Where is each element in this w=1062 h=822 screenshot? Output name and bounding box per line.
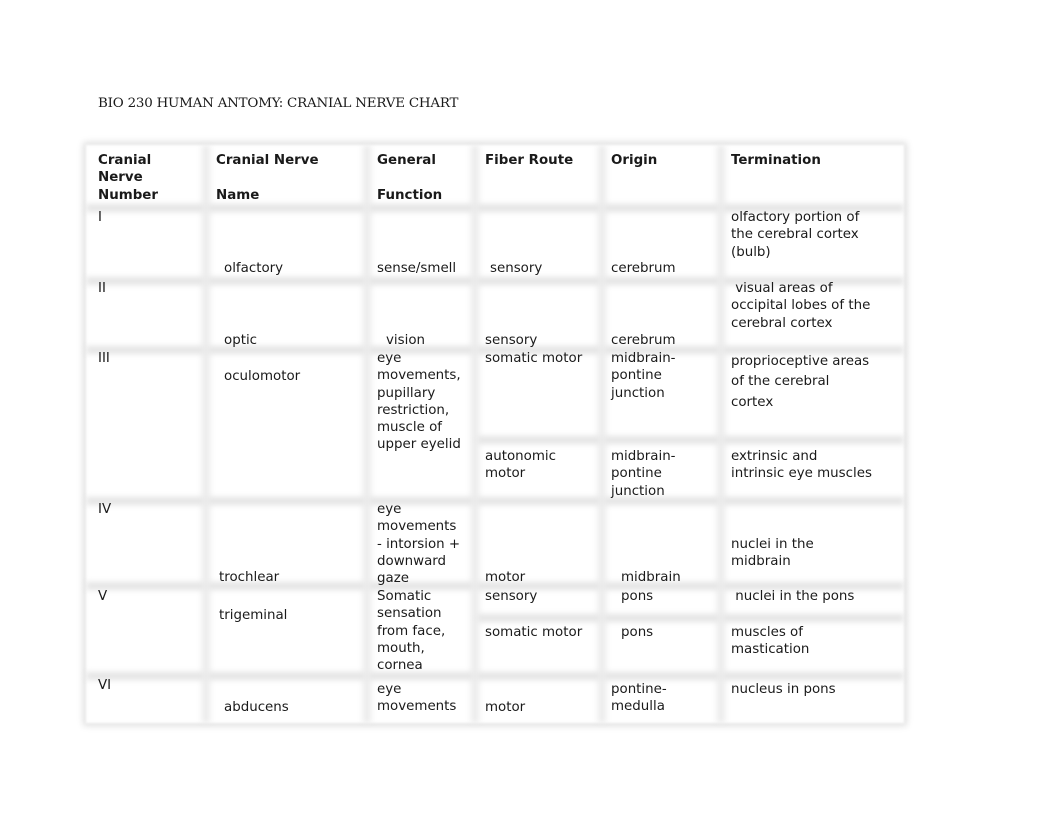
nerve-name: trochlear: [219, 570, 280, 585]
nerve-name: oculomotor: [224, 369, 301, 384]
nerve-function: eye movements: [377, 682, 457, 715]
fiber-route: somatic motor: [485, 625, 583, 640]
fiber-route: sensory: [485, 589, 538, 604]
termination: extrinsic and intrinsic eye muscles: [731, 449, 872, 482]
nerve-number: IV: [98, 502, 112, 517]
column-divider: [598, 145, 606, 723]
fiber-route: sensory: [485, 333, 538, 348]
termination: nuclei in the midbrain: [731, 537, 814, 570]
nerve-function: sense/smell: [377, 261, 457, 276]
column-divider: [202, 145, 210, 723]
header-termination: Termination: [731, 153, 821, 168]
fiber-route: motor: [485, 570, 526, 585]
nerve-name: trigeminal: [219, 608, 288, 623]
header-nerve-number: Cranial Nerve Number: [98, 153, 158, 203]
column-divider: [363, 145, 371, 723]
header-nerve-name: Cranial Nerve Name: [216, 153, 319, 203]
origin: cerebrum: [611, 261, 676, 276]
fiber-route: sensory: [490, 261, 543, 276]
termination: nucleus in pons: [731, 682, 836, 697]
nerve-name: abducens: [224, 700, 289, 715]
nerve-function: eye movements - intorsion + downward gaz…: [377, 502, 461, 587]
nerve-number: II: [98, 281, 106, 296]
nerve-function: eye movements, pupillary restriction, mu…: [377, 351, 461, 453]
origin: cerebrum: [611, 333, 676, 348]
nerve-name: optic: [224, 333, 258, 348]
column-divider: [717, 145, 725, 723]
origin: pontine- medulla: [611, 682, 667, 715]
header-fiber-route: Fiber Route: [485, 153, 574, 168]
origin: pons: [621, 589, 654, 604]
termination: proprioceptive areas of the cerebral cor…: [731, 354, 870, 410]
document-title: BIO 230 HUMAN ANTOMY: CRANIAL NERVE CHAR…: [98, 96, 459, 111]
nerve-number: V: [98, 589, 108, 604]
termination: nuclei in the pons: [731, 589, 855, 604]
column-divider: [471, 145, 479, 723]
row-divider: [476, 614, 904, 622]
origin: pons: [621, 625, 654, 640]
nerve-number: VI: [98, 678, 112, 693]
header-general-function: General Function: [377, 153, 443, 203]
fiber-route: autonomic motor: [485, 449, 556, 482]
termination: visual areas of occipital lobes of the c…: [731, 281, 871, 331]
origin: midbrain- pontine junction: [611, 351, 676, 401]
fiber-route: motor: [485, 700, 526, 715]
nerve-function: vision: [386, 333, 426, 348]
row-divider: [476, 436, 904, 444]
nerve-function: Somatic sensation from face, mouth, corn…: [377, 589, 446, 674]
nerve-name: olfactory: [224, 261, 284, 276]
origin: midbrain- pontine junction: [611, 449, 676, 499]
nerve-number: I: [98, 210, 102, 225]
termination: muscles of mastication: [731, 625, 810, 658]
nerve-number: III: [98, 351, 110, 366]
termination: olfactory portion of the cerebral cortex…: [731, 210, 860, 260]
fiber-route: somatic motor: [485, 351, 583, 366]
header-origin: Origin: [611, 153, 658, 168]
origin: midbrain: [621, 570, 681, 585]
